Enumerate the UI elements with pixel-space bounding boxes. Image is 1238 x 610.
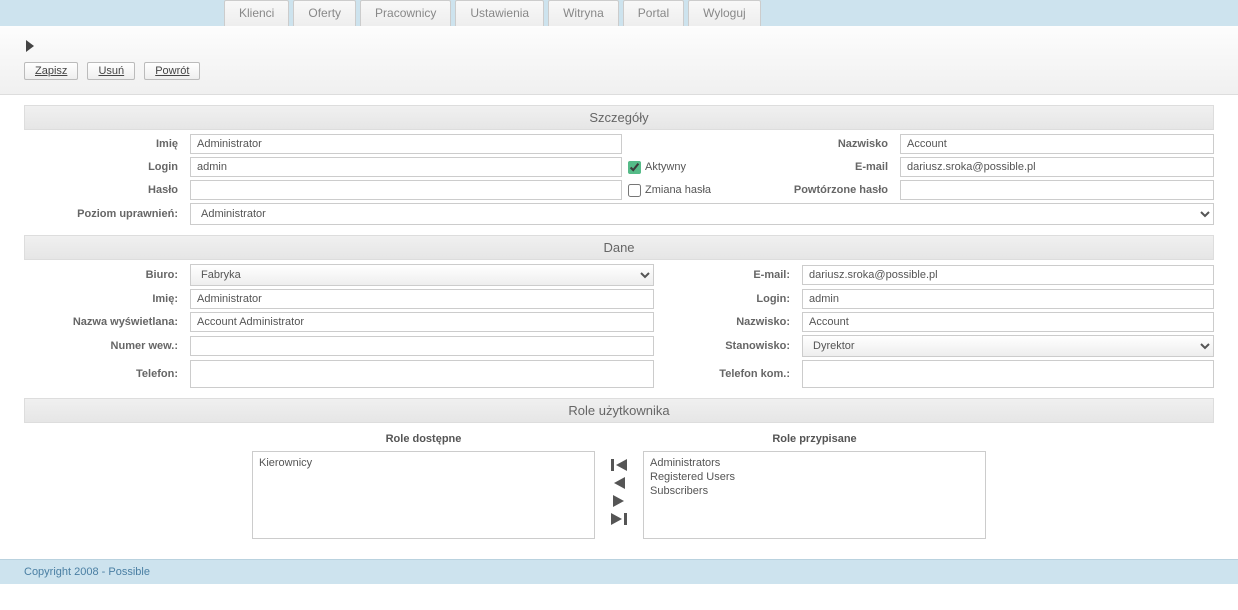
listbox-assigned-roles[interactable]: Administrators Registered Users Subscrib…	[643, 451, 986, 539]
input-powt-haslo[interactable]	[900, 180, 1214, 200]
nav-tab-witryna[interactable]: Witryna	[548, 0, 619, 26]
input-login[interactable]	[190, 157, 622, 177]
nav-tab-pracownicy[interactable]: Pracownicy	[360, 0, 451, 26]
label-numer-wew: Numer wew.:	[24, 340, 184, 352]
save-button[interactable]: Zapisz	[24, 62, 78, 80]
label-email: E-mail	[734, 161, 894, 173]
back-label: Powrót	[155, 65, 189, 77]
section-header-dane: Dane	[24, 235, 1214, 260]
label-aktywny: Aktywny	[645, 161, 686, 173]
roles-available-header: Role dostępne	[252, 433, 595, 445]
checkbox-aktywny-wrap: Aktywny	[628, 161, 728, 174]
input-telefon[interactable]	[190, 360, 654, 388]
action-bar: Zapisz Usuń Powrót	[24, 62, 1214, 80]
back-button[interactable]: Powrót	[144, 62, 200, 80]
checkbox-zmiana-hasla[interactable]	[628, 184, 641, 197]
input-email[interactable]	[900, 157, 1214, 177]
checkbox-aktywny[interactable]	[628, 161, 641, 174]
details-grid: Imię Nazwisko Login Aktywny E-mail Hasło…	[24, 134, 1214, 200]
select-biuro[interactable]: Fabryka	[190, 264, 654, 286]
listbox-available-roles[interactable]: Kierownicy	[252, 451, 595, 539]
perm-row: Poziom uprawnień: Administrator	[24, 203, 1214, 225]
section-header-details: Szczegóły	[24, 105, 1214, 130]
label-telefon: Telefon:	[24, 368, 184, 380]
move-all-left-icon[interactable]	[609, 457, 629, 473]
nav-tab-ustawienia[interactable]: Ustawienia	[455, 0, 544, 26]
nav-tab-oferty[interactable]: Oferty	[293, 0, 356, 26]
delete-label: Usuń	[98, 65, 124, 77]
nav-tab-portal[interactable]: Portal	[623, 0, 684, 26]
label-login: Login	[24, 161, 184, 173]
footer: Copyright 2008 - Possible	[0, 559, 1238, 584]
role-move-buttons	[599, 427, 639, 539]
move-left-icon[interactable]	[609, 475, 629, 491]
nav-tabs: Klienci Oferty Pracownicy Ustawienia Wit…	[224, 0, 1238, 26]
list-item[interactable]: Administrators	[648, 456, 981, 470]
label-telefon-kom: Telefon kom.:	[660, 368, 796, 380]
roles-wrap: Role dostępne Kierownicy Role przypisane…	[24, 427, 1214, 539]
main-content: Szczegóły Imię Nazwisko Login Aktywny E-…	[0, 105, 1238, 559]
action-band: Zapisz Usuń Powrót	[0, 26, 1238, 95]
label-stanowisko: Stanowisko:	[660, 340, 796, 352]
input-nazwisko[interactable]	[900, 134, 1214, 154]
section-header-roles: Role użytkownika	[24, 398, 1214, 423]
input-dane-imie[interactable]	[190, 289, 654, 309]
checkbox-zmiana-wrap: Zmiana hasła	[628, 184, 728, 197]
label-haslo: Hasło	[24, 184, 184, 196]
roles-assigned-header: Role przypisane	[643, 433, 986, 445]
label-nazwisko: Nazwisko	[734, 138, 894, 150]
label-dane-login: Login:	[660, 293, 796, 305]
label-powt-haslo: Powtórzone hasło	[734, 184, 894, 196]
label-dane-imie: Imię:	[24, 293, 184, 305]
label-imie: Imię	[24, 138, 184, 150]
input-telefon-kom[interactable]	[802, 360, 1214, 388]
nav-tab-klienci[interactable]: Klienci	[224, 0, 289, 26]
label-dane-email: E-mail:	[660, 269, 796, 281]
label-biuro: Biuro:	[24, 269, 184, 281]
input-dane-nazwisko[interactable]	[802, 312, 1214, 332]
nav-tab-wyloguj[interactable]: Wyloguj	[688, 0, 761, 26]
top-nav-band: Klienci Oferty Pracownicy Ustawienia Wit…	[0, 0, 1238, 26]
list-item[interactable]: Subscribers	[648, 484, 981, 498]
input-dane-email[interactable]	[802, 265, 1214, 285]
label-nazwa-wysw: Nazwa wyświetlana:	[24, 316, 184, 328]
delete-button[interactable]: Usuń	[87, 62, 135, 80]
input-imie[interactable]	[190, 134, 622, 154]
dane-grid: Biuro: Fabryka E-mail: Imię: Login: Nazw…	[24, 264, 1214, 388]
move-right-icon[interactable]	[609, 493, 629, 509]
save-label: Zapisz	[35, 65, 67, 77]
label-zmiana: Zmiana hasła	[645, 184, 711, 196]
select-stanowisko[interactable]: Dyrektor	[802, 335, 1214, 357]
label-dane-nazwisko: Nazwisko:	[660, 316, 796, 328]
list-item[interactable]: Kierownicy	[257, 456, 590, 470]
label-poziom: Poziom uprawnień:	[24, 208, 184, 220]
input-numer-wew[interactable]	[190, 336, 654, 356]
input-nazwa-wysw[interactable]	[190, 312, 654, 332]
move-all-right-icon[interactable]	[609, 511, 629, 527]
expand-arrow-icon[interactable]	[26, 40, 34, 52]
select-poziom[interactable]: Administrator	[190, 203, 1214, 225]
input-haslo[interactable]	[190, 180, 622, 200]
input-dane-login[interactable]	[802, 289, 1214, 309]
list-item[interactable]: Registered Users	[648, 470, 981, 484]
